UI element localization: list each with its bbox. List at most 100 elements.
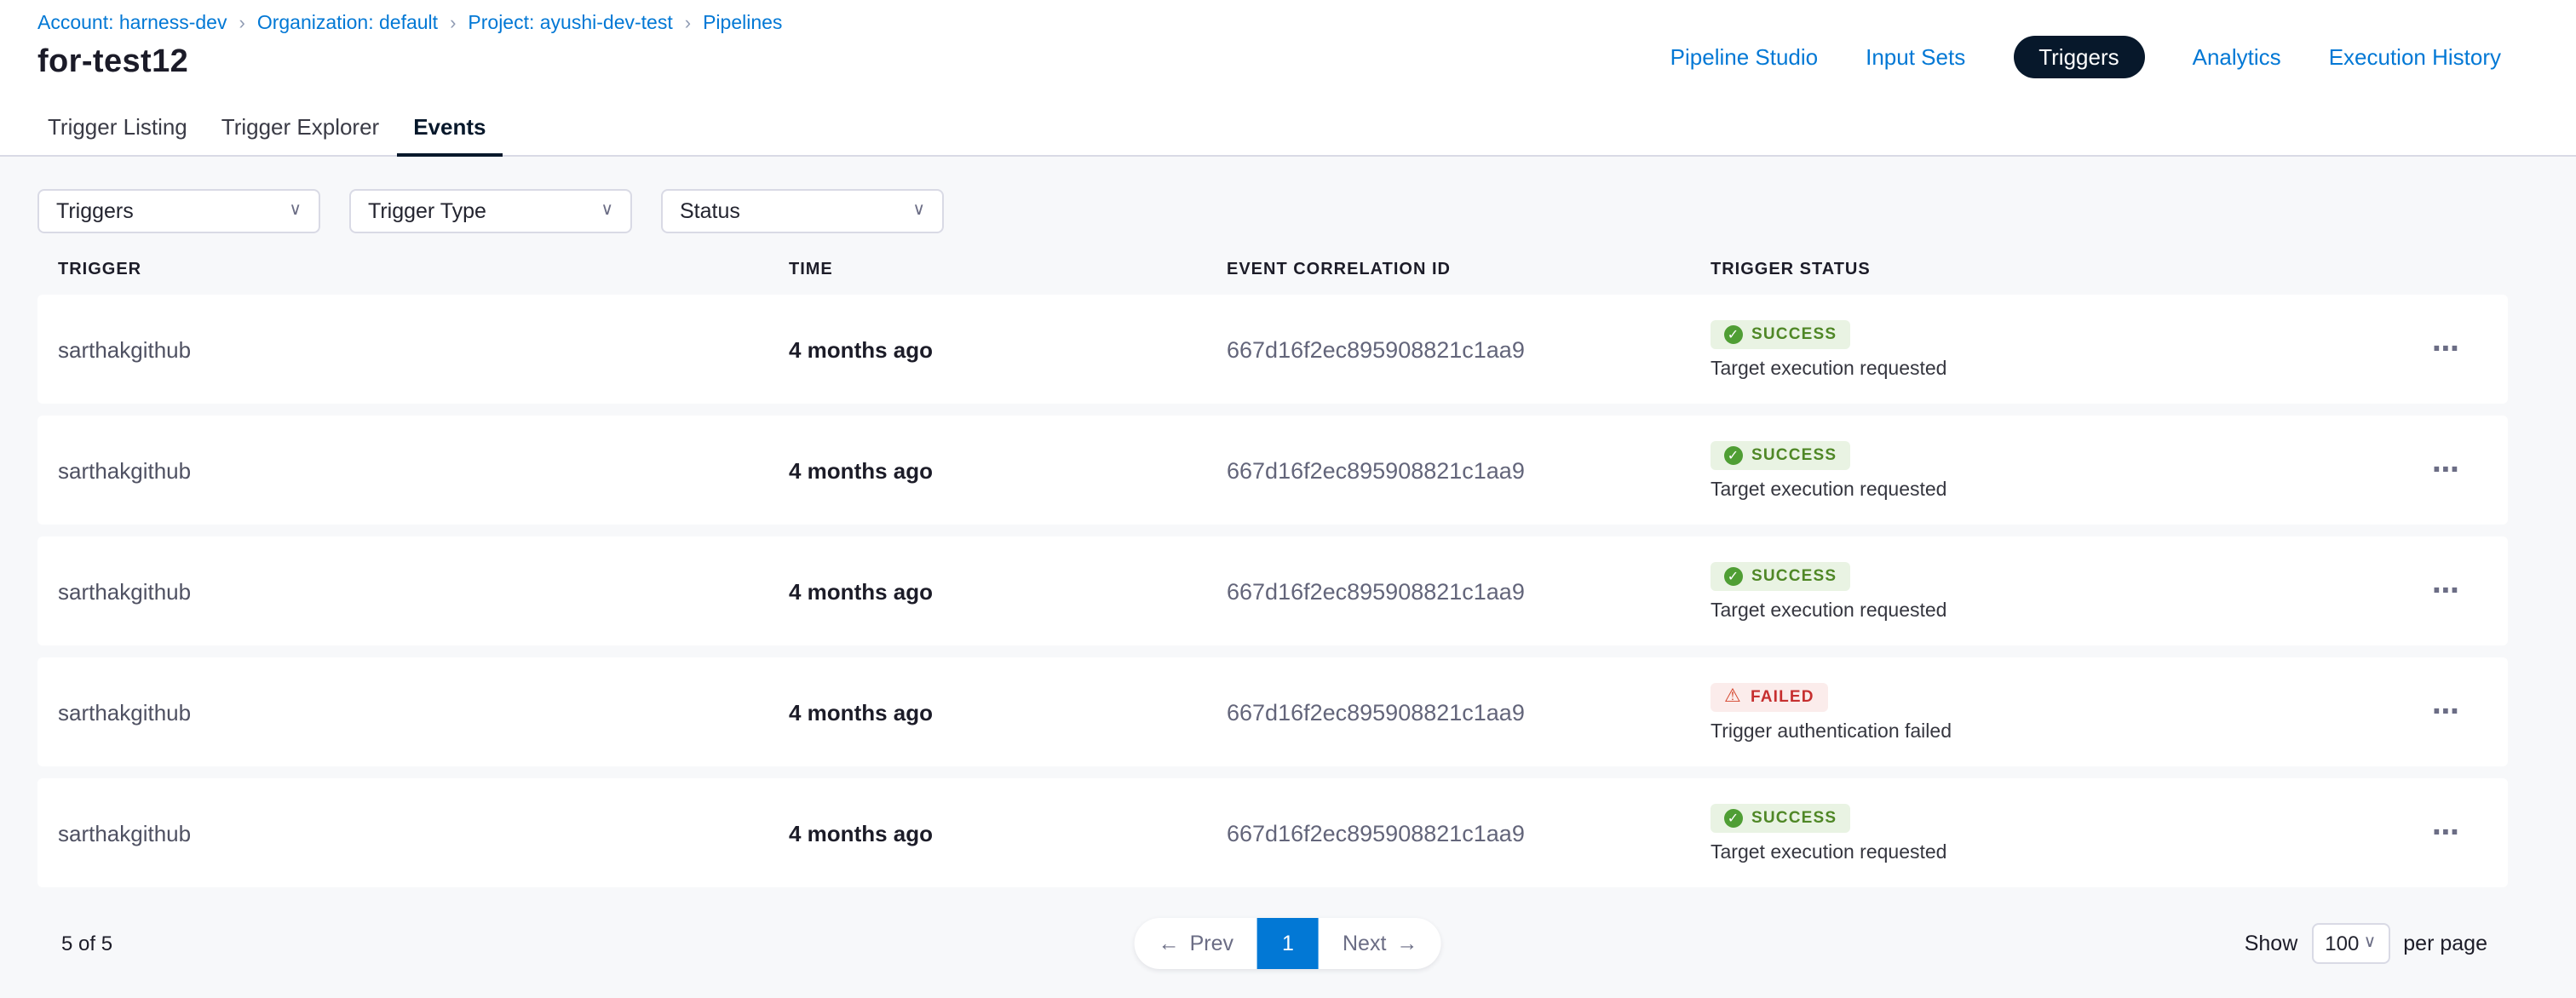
chevron-down-icon: ∨	[912, 203, 925, 220]
breadcrumb-item-account[interactable]: Account: harness-dev	[37, 14, 227, 34]
status-badge-label: SUCCESS	[1751, 808, 1837, 827]
top-bar: Account: harness-dev › Organization: def…	[0, 0, 2576, 99]
trigger-name: sarthakgithub	[58, 336, 789, 362]
kebab-icon: ⋯	[2432, 453, 2461, 487]
trigger-status-cell: ✓ ⚠ SUCCESS Target execution requested	[1711, 319, 2406, 379]
breadcrumb-separator-icon: ›	[685, 14, 691, 34]
event-correlation-id: 667d16f2ec895908821c1aa9	[1227, 578, 1711, 604]
nav-execution-history[interactable]: Execution History	[2329, 44, 2501, 70]
warning-icon: ⚠	[1724, 687, 1742, 706]
breadcrumb-item-project[interactable]: Project: ayushi-dev-test	[468, 14, 672, 34]
check-circle-icon: ✓	[1724, 808, 1743, 827]
event-correlation-id: 667d16f2ec895908821c1aa9	[1227, 699, 1711, 725]
trigger-status-cell: ✓ ⚠ FAILED Trigger authentication failed	[1711, 682, 2406, 742]
event-time: 4 months ago	[789, 820, 1227, 846]
page-size-dropdown[interactable]: 100 ∨	[2311, 923, 2389, 964]
trigger-status-cell: ✓ ⚠ SUCCESS Target execution requested	[1711, 561, 2406, 621]
tab-events[interactable]: Events	[396, 99, 503, 157]
tab-trigger-explorer[interactable]: Trigger Explorer	[204, 99, 396, 157]
status-badge: ✓ ⚠ SUCCESS	[1711, 440, 1850, 469]
row-menu-button[interactable]: ⋯	[2406, 536, 2487, 645]
event-time: 4 months ago	[789, 457, 1227, 483]
breadcrumb-separator-icon: ›	[239, 14, 244, 34]
next-page-button[interactable]: Next →	[1319, 918, 1441, 969]
kebab-icon: ⋯	[2432, 816, 2461, 850]
table-footer: 5 of 5 ← Prev 1 Next → Show 100 ∨ per p	[0, 916, 2576, 971]
page-size-control: Show 100 ∨ per page	[2245, 923, 2487, 964]
trigger-type-filter-dropdown[interactable]: Trigger Type ∨	[349, 189, 632, 233]
column-header-trigger-status: TRIGGER STATUS	[1711, 260, 2406, 278]
status-filter-dropdown[interactable]: Status ∨	[661, 189, 944, 233]
pagination: ← Prev 1 Next →	[1135, 918, 1442, 969]
triggers-filter-label: Triggers	[56, 199, 134, 223]
event-correlation-id: 667d16f2ec895908821c1aa9	[1227, 457, 1711, 483]
trigger-status-cell: ✓ ⚠ SUCCESS Target execution requested	[1711, 440, 2406, 500]
page-title: for-test12	[37, 44, 782, 82]
tab-trigger-listing[interactable]: Trigger Listing	[31, 99, 204, 157]
event-correlation-id: 667d16f2ec895908821c1aa9	[1227, 820, 1711, 846]
row-menu-button[interactable]: ⋯	[2406, 416, 2487, 525]
nav-pipeline-studio[interactable]: Pipeline Studio	[1670, 44, 1818, 70]
status-detail: Target execution requested	[1711, 842, 1946, 863]
filter-bar: Triggers ∨ Trigger Type ∨ Status ∨	[37, 189, 2576, 233]
row-menu-button[interactable]: ⋯	[2406, 295, 2487, 404]
app-window: Account: harness-dev › Organization: def…	[0, 0, 2576, 998]
top-bar-left: Account: harness-dev › Organization: def…	[37, 14, 782, 82]
table-row: sarthakgithub 4 months ago 667d16f2ec895…	[37, 416, 2508, 525]
table-header-row: TRIGGER TIME EVENT CORRELATION ID TRIGGE…	[37, 257, 2508, 281]
kebab-icon: ⋯	[2432, 574, 2461, 608]
row-count: 5 of 5	[61, 932, 112, 955]
chevron-down-icon: ∨	[289, 203, 302, 220]
chevron-down-icon: ∨	[2364, 935, 2377, 952]
trigger-name: sarthakgithub	[58, 820, 789, 846]
check-circle-icon: ✓	[1724, 324, 1743, 343]
chevron-down-icon: ∨	[601, 203, 613, 220]
nav-input-sets[interactable]: Input Sets	[1866, 44, 1965, 70]
events-table: sarthakgithub 4 months ago 667d16f2ec895…	[37, 295, 2508, 887]
status-detail: Trigger authentication failed	[1711, 721, 1952, 742]
status-badge-label: SUCCESS	[1751, 445, 1837, 464]
nav-analytics[interactable]: Analytics	[2193, 44, 2281, 70]
row-menu-button[interactable]: ⋯	[2406, 778, 2487, 887]
page-number-button[interactable]: 1	[1257, 918, 1319, 969]
prev-label: Prev	[1190, 932, 1233, 955]
nav-triggers[interactable]: Triggers	[2013, 36, 2144, 78]
trigger-name: sarthakgithub	[58, 699, 789, 725]
next-label: Next	[1343, 932, 1386, 955]
status-badge: ✓ ⚠ FAILED	[1711, 682, 1828, 711]
column-header-time: TIME	[789, 260, 1227, 278]
breadcrumb-item-pipelines[interactable]: Pipelines	[703, 14, 782, 34]
status-badge: ✓ ⚠ SUCCESS	[1711, 561, 1850, 590]
trigger-name: sarthakgithub	[58, 457, 789, 483]
status-badge-label: SUCCESS	[1751, 324, 1837, 343]
triggers-filter-dropdown[interactable]: Triggers ∨	[37, 189, 320, 233]
breadcrumb: Account: harness-dev › Organization: def…	[37, 14, 782, 34]
trigger-status-cell: ✓ ⚠ SUCCESS Target execution requested	[1711, 803, 2406, 863]
show-label: Show	[2245, 932, 2298, 955]
prev-page-button[interactable]: ← Prev	[1135, 918, 1257, 969]
status-detail: Target execution requested	[1711, 358, 1946, 379]
event-time: 4 months ago	[789, 578, 1227, 604]
kebab-icon: ⋯	[2432, 332, 2461, 366]
column-header-event-correlation-id: EVENT CORRELATION ID	[1227, 260, 1711, 278]
status-filter-label: Status	[680, 199, 740, 223]
breadcrumb-separator-icon: ›	[450, 14, 456, 34]
check-circle-icon: ✓	[1724, 566, 1743, 585]
status-badge: ✓ ⚠ SUCCESS	[1711, 319, 1850, 348]
events-content: Triggers ∨ Trigger Type ∨ Status ∨ TRIGG…	[0, 157, 2576, 998]
check-circle-icon: ✓	[1724, 445, 1743, 464]
page-size-value: 100	[2325, 932, 2359, 955]
table-row: sarthakgithub 4 months ago 667d16f2ec895…	[37, 295, 2508, 404]
kebab-icon: ⋯	[2432, 695, 2461, 729]
per-page-label: per page	[2403, 932, 2487, 955]
status-badge-label: FAILED	[1751, 687, 1814, 706]
trigger-type-filter-label: Trigger Type	[368, 199, 486, 223]
status-detail: Target execution requested	[1711, 600, 1946, 621]
arrow-left-icon: ←	[1159, 932, 1180, 955]
table-row: sarthakgithub 4 months ago 667d16f2ec895…	[37, 536, 2508, 645]
breadcrumb-item-organization[interactable]: Organization: default	[257, 14, 438, 34]
event-correlation-id: 667d16f2ec895908821c1aa9	[1227, 336, 1711, 362]
row-menu-button[interactable]: ⋯	[2406, 657, 2487, 766]
tab-bar: Trigger Listing Trigger Explorer Events	[0, 99, 2576, 157]
event-time: 4 months ago	[789, 336, 1227, 362]
